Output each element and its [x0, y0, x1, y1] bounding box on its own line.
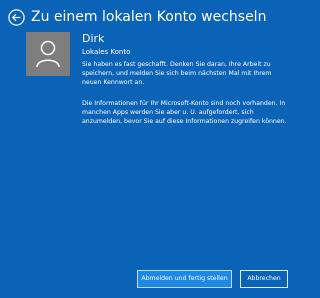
- info-message-save-work: Sie haben es fast geschafft. Denken Sie …: [82, 61, 272, 86]
- back-arrow-icon[interactable]: [8, 8, 25, 26]
- sign-out-and-finish-button[interactable]: Abmelden und fertig stellen: [137, 270, 232, 288]
- account-type: Lokales Konto: [82, 48, 131, 56]
- user-avatar-icon: [26, 32, 70, 76]
- title-bar: Zu einem lokalen Konto wechseln: [8, 8, 266, 26]
- page-title: Zu einem lokalen Konto wechseln: [31, 9, 267, 25]
- user-name: Dirk: [82, 32, 105, 45]
- info-message-microsoft-account: Die Informationen für Ihr Microsoft-Kont…: [82, 100, 287, 125]
- cancel-button[interactable]: Abbrechen: [240, 270, 288, 288]
